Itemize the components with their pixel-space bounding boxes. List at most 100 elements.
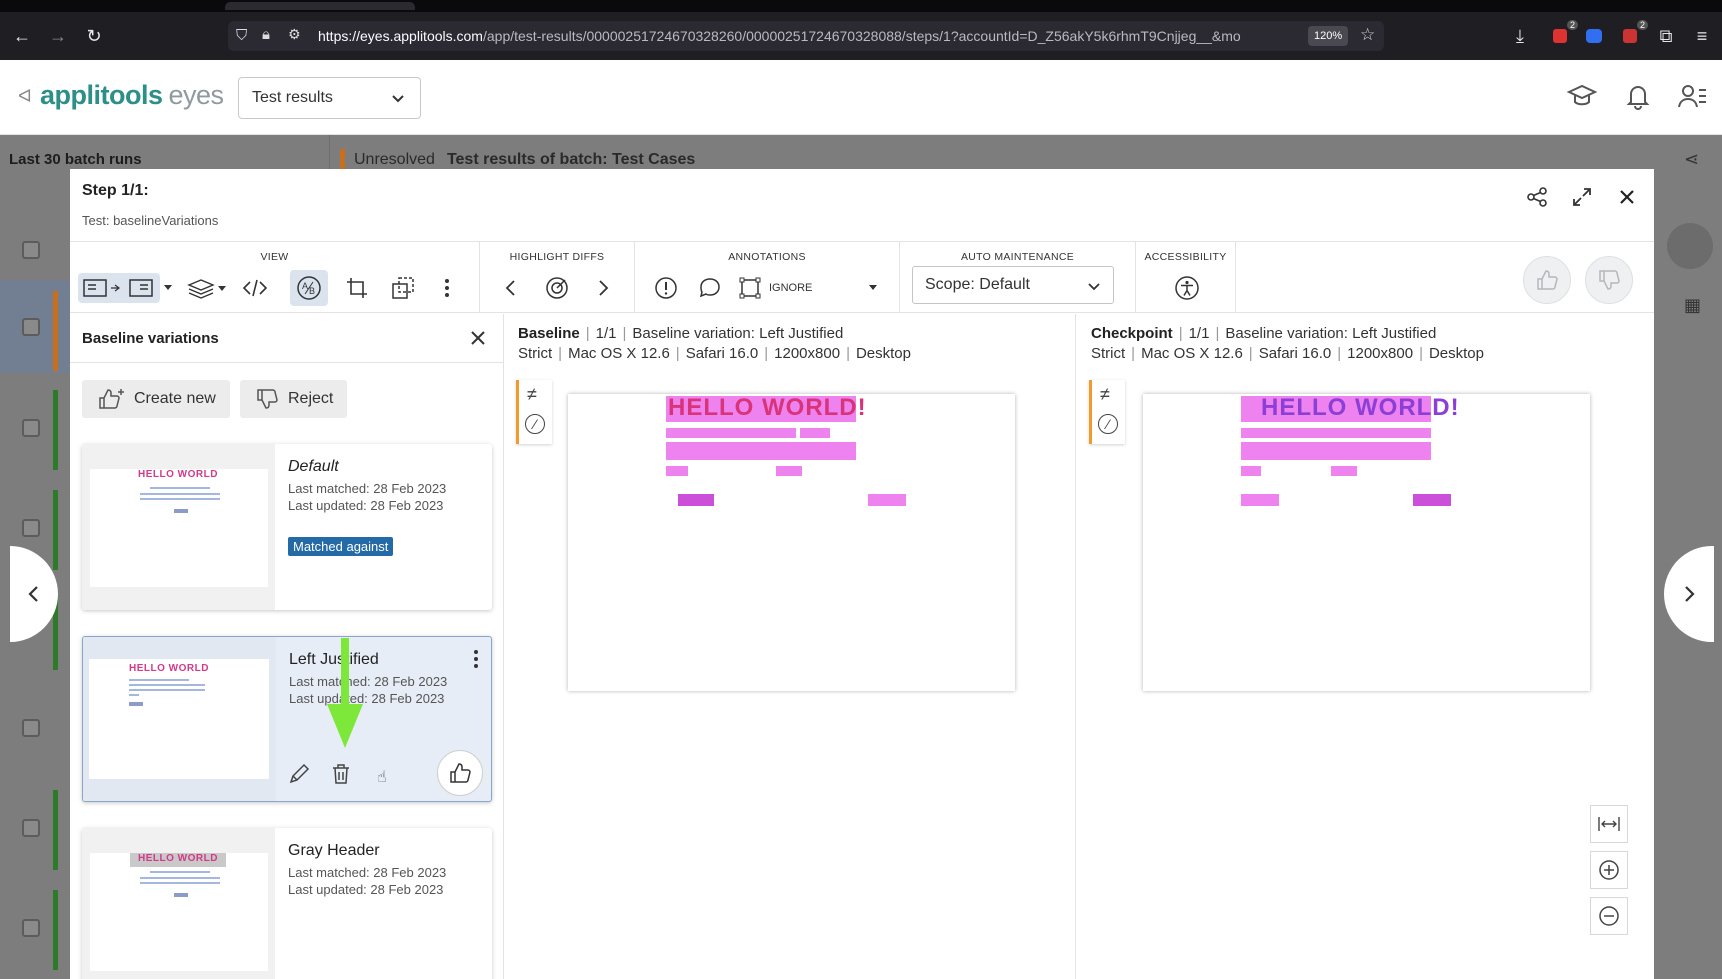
thumbs-down-icon: [257, 389, 278, 409]
not-equal-icon[interactable]: ≠: [1100, 384, 1110, 405]
forward-icon[interactable]: →: [46, 24, 70, 48]
highlight-diffs-group: HIGHLIGHT DIFFS: [480, 242, 635, 313]
applitools-logo[interactable]: ᐊ applitools eyes: [18, 80, 224, 111]
next-diff-button[interactable]: [588, 273, 618, 303]
download-icon[interactable]: ⤓: [1508, 24, 1532, 48]
annotations-group: ANNOTATIONS IGNORE: [635, 242, 900, 313]
reload-icon[interactable]: ↻: [82, 24, 106, 48]
chevron-right-icon: [1685, 586, 1695, 602]
remark-annotation-button[interactable]: [695, 273, 725, 303]
overlay-icon: [392, 277, 414, 299]
variation-name: Default: [288, 458, 339, 475]
bookmark-star-icon[interactable]: ☆: [1360, 25, 1375, 45]
ab-variation-icon: AB: [297, 276, 321, 300]
reject-button[interactable]: Reject: [240, 380, 348, 418]
share-icon[interactable]: ⋖: [1684, 149, 1699, 170]
close-icon[interactable]: [1615, 185, 1639, 209]
tutorial-cap-icon[interactable]: [1566, 80, 1598, 112]
green-arrow-indicator: [327, 638, 363, 748]
thumbnail-button: [174, 893, 188, 897]
shield-icon[interactable]: ⛉: [236, 27, 247, 44]
back-icon[interactable]: ←: [10, 24, 34, 48]
highlight-diffs-label: HIGHLIGHT DIFFS: [509, 251, 605, 263]
bell-icon[interactable]: [1622, 80, 1654, 112]
crop-button[interactable]: [342, 273, 372, 303]
scope-value: Scope: Default: [925, 276, 1030, 293]
batch-runs-title: Last 30 batch runs: [9, 151, 142, 168]
kebab-icon[interactable]: [473, 649, 479, 669]
dom-view-button[interactable]: [240, 273, 270, 303]
diff-highlight: [666, 466, 688, 476]
row-checkbox[interactable]: [22, 419, 40, 437]
thumbs-down-icon: [1599, 270, 1620, 290]
view-mode-dropdown[interactable]: [160, 273, 176, 303]
expand-icon[interactable]: [1570, 185, 1594, 209]
variation-card-gray-header[interactable]: HELLO WORLD Gray Header Last matched: 28…: [82, 828, 492, 979]
variation-thumbnail: HELLO WORLD: [82, 828, 275, 979]
menu-icon[interactable]: ≡: [1690, 24, 1714, 48]
prev-diff-button[interactable]: [496, 273, 526, 303]
video-extension-icon[interactable]: [1582, 24, 1606, 48]
zoom-tools: [1590, 805, 1628, 943]
create-new-label: Create new: [134, 390, 216, 407]
view-select-value: Test results: [252, 89, 333, 106]
zoom-level[interactable]: 120%: [1308, 26, 1349, 46]
row-checkbox[interactable]: [22, 519, 40, 537]
user-menu-icon[interactable]: [1676, 80, 1708, 112]
close-icon[interactable]: [468, 328, 488, 348]
issue-annotation-button[interactable]: [651, 273, 681, 303]
extension-icon-2[interactable]: 2: [1618, 20, 1648, 48]
share-icon[interactable]: [1525, 185, 1549, 209]
diff-highlight: [800, 428, 830, 438]
extensions-puzzle-icon[interactable]: ⧉: [1654, 24, 1678, 48]
variation-card-left-justified[interactable]: HELLO WORLD Left Justified Last matched:…: [82, 636, 492, 802]
address-bar[interactable]: ⛉ 🔒︎ ⚙ https://eyes.applitools.com/app/t…: [228, 21, 1384, 51]
row-checkbox[interactable]: [22, 719, 40, 737]
layers-button[interactable]: [186, 273, 228, 303]
reject-step-button[interactable]: [1585, 256, 1633, 304]
accessibility-button[interactable]: [1172, 273, 1202, 303]
cursor-hand-icon: ☝: [377, 769, 387, 786]
checkpoint-screenshot[interactable]: HELLO WORLD!: [1143, 394, 1590, 691]
browser-tab[interactable]: [225, 2, 415, 10]
row-checkbox[interactable]: [22, 318, 40, 336]
side-by-side-button[interactable]: [78, 273, 160, 303]
pencil-icon[interactable]: [287, 762, 311, 786]
region-type-dropdown[interactable]: [858, 273, 888, 303]
scope-select[interactable]: Scope: Default: [912, 266, 1114, 304]
svg-text:A: A: [302, 281, 308, 291]
permissions-icon[interactable]: ⚙: [288, 26, 301, 43]
ignore-region-button[interactable]: IGNORE: [738, 273, 828, 303]
grid-settings-icon[interactable]: ▦: [1684, 295, 1701, 316]
diff-highlight: [1241, 466, 1261, 476]
thumbnail-title: HELLO WORLD: [129, 663, 209, 674]
not-equal-icon[interactable]: ≠: [527, 384, 537, 405]
ab-variations-button[interactable]: AB: [290, 270, 328, 306]
caret-down-icon: [869, 285, 877, 290]
approve-step-button[interactable]: [1523, 256, 1571, 304]
zoom-out-button[interactable]: [1590, 897, 1628, 935]
url-text[interactable]: https://eyes.applitools.com/app/test-res…: [318, 28, 1328, 44]
variation-thumbnail: HELLO WORLD: [83, 637, 276, 801]
zoom-in-button[interactable]: [1590, 851, 1628, 889]
fit-width-button[interactable]: [1590, 805, 1628, 843]
highlight-diffs-button[interactable]: [542, 273, 572, 303]
view-select[interactable]: Test results: [238, 77, 421, 119]
baseline-screenshot[interactable]: HELLO WORLD!: [568, 394, 1015, 691]
diff-side-tools: ≠ ⁄: [516, 380, 552, 444]
ab-variation-icon[interactable]: ⁄: [525, 414, 545, 434]
trash-icon[interactable]: [329, 762, 353, 786]
ab-variation-icon[interactable]: ⁄: [1098, 414, 1118, 434]
overlay-button[interactable]: [388, 273, 418, 303]
save-circle-button[interactable]: [1667, 223, 1713, 269]
create-new-button[interactable]: Create new: [82, 380, 230, 418]
more-options-button[interactable]: [432, 273, 462, 303]
variation-card-default[interactable]: HELLO WORLD Default Last matched: 28 Feb…: [82, 444, 492, 610]
row-checkbox[interactable]: [22, 241, 40, 259]
extension-icon[interactable]: 2: [1548, 20, 1578, 48]
lock-icon[interactable]: 🔒︎: [262, 26, 270, 43]
row-checkbox[interactable]: [22, 919, 40, 937]
diff-highlight: [1413, 494, 1451, 506]
row-checkbox[interactable]: [22, 819, 40, 837]
approve-variation-button[interactable]: [437, 750, 483, 796]
